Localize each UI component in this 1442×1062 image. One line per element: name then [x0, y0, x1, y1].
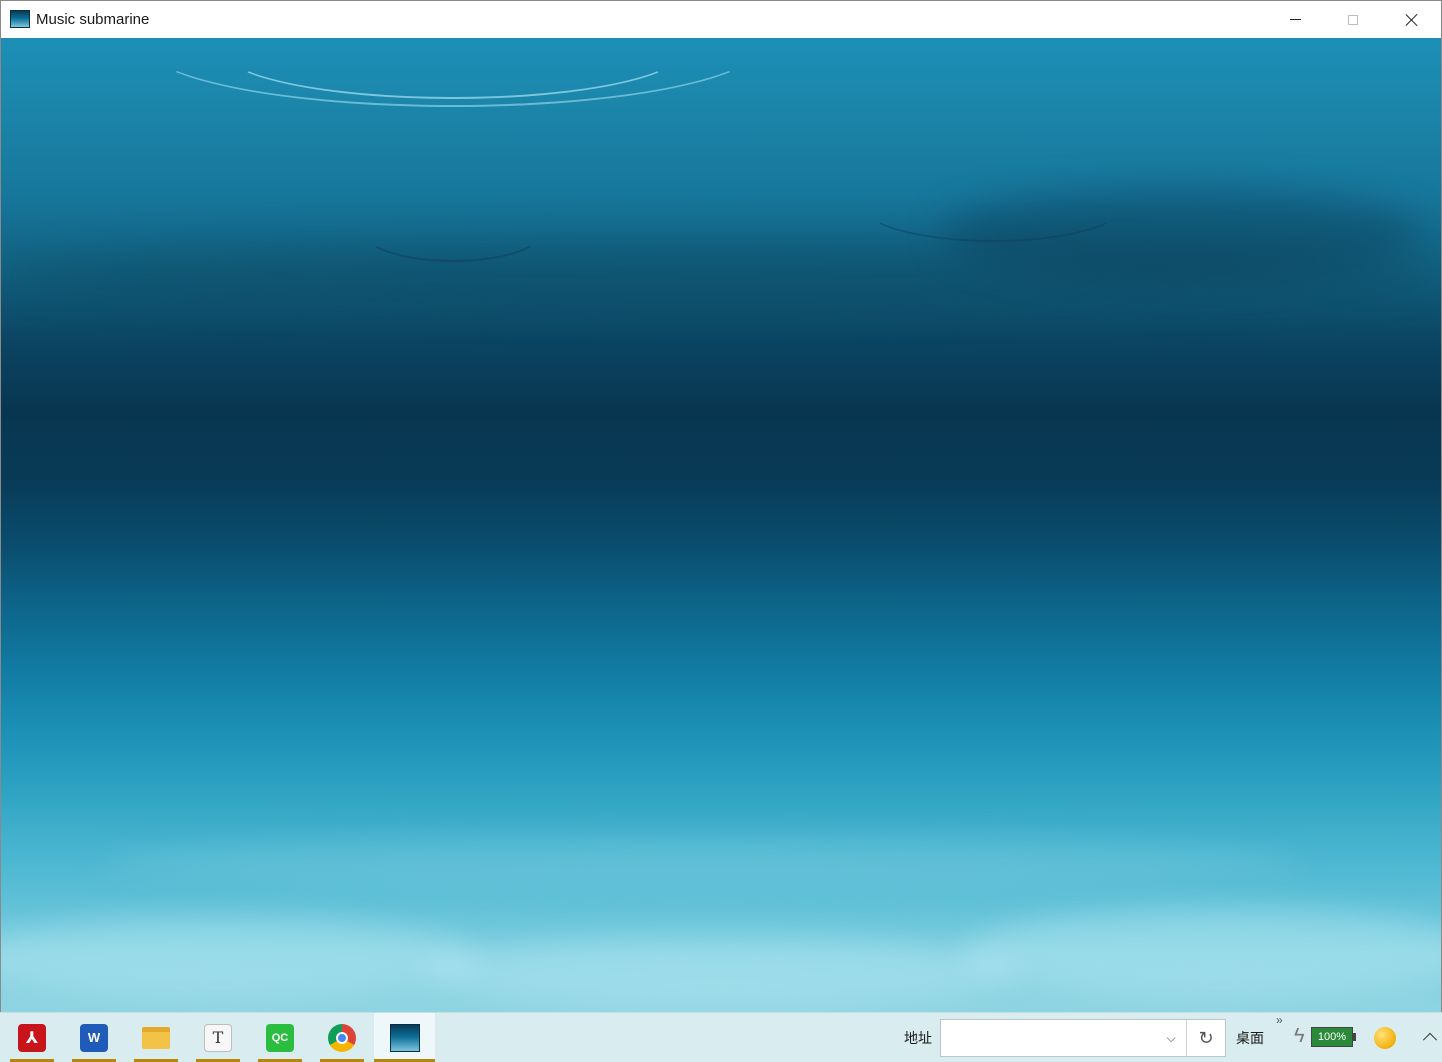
address-toolbar: ⌵ ↻: [940, 1019, 1226, 1057]
chrome-icon: [328, 1023, 356, 1052]
taskbar-app-file-explorer[interactable]: [130, 1013, 182, 1062]
folder-icon: [142, 1026, 170, 1049]
seabed-sand: [961, 908, 1441, 998]
pdf-icon: ⅄: [18, 1023, 46, 1052]
maximize-button[interactable]: [1324, 1, 1382, 38]
surface-ripple: [361, 198, 545, 262]
text-editor-icon: T: [204, 1023, 232, 1052]
maximize-icon: [1348, 14, 1358, 25]
taskbar: ⅄ W T QC 地址 ⌵ ↻ 桌面 » ϟ 100%: [0, 1012, 1442, 1062]
desktop-toolbar-label[interactable]: 桌面: [1236, 1028, 1264, 1048]
refresh-icon[interactable]: ↻: [1187, 1020, 1225, 1056]
close-button[interactable]: [1383, 1, 1441, 38]
close-icon: [1405, 13, 1419, 27]
minimize-button[interactable]: [1266, 1, 1324, 38]
taskbar-app-typora[interactable]: T: [192, 1013, 244, 1062]
status-orb-icon[interactable]: [1374, 1027, 1396, 1049]
qc-icon: QC: [266, 1023, 294, 1052]
power-plug-icon[interactable]: ϟ: [1294, 1025, 1305, 1048]
title-bar[interactable]: Music submarine: [1, 1, 1441, 38]
taskbar-app-acrobat[interactable]: ⅄: [6, 1013, 58, 1062]
battery-indicator[interactable]: 100%: [1311, 1027, 1356, 1047]
taskbar-app-word[interactable]: W: [68, 1013, 120, 1062]
submarine-app-icon: [389, 1023, 420, 1052]
surface-ripple: [861, 168, 1125, 242]
window-title: Music submarine: [36, 11, 150, 28]
seabed-sand: [421, 938, 1021, 1008]
address-input[interactable]: [947, 1028, 1151, 1050]
taskbar-app-chrome[interactable]: [316, 1013, 368, 1062]
submarine-app-icon: [10, 10, 30, 28]
taskbar-app-qq[interactable]: QC: [254, 1013, 306, 1062]
seabed-haze: [101, 838, 1301, 888]
underwater-canvas[interactable]: [1, 38, 1441, 1012]
minimize-icon: [1289, 19, 1301, 20]
show-hidden-icons-chevron-up-icon[interactable]: [1420, 1027, 1440, 1047]
word-icon: W: [80, 1023, 108, 1052]
address-label: 地址: [904, 1031, 932, 1047]
toolbar-overflow-icon[interactable]: »: [1276, 1013, 1283, 1027]
seabed-sand: [1, 918, 481, 998]
taskbar-app-music-submarine[interactable]: [374, 1013, 435, 1062]
app-window: Music submarine: [0, 0, 1442, 1012]
chevron-down-icon[interactable]: ⌵: [1156, 1020, 1186, 1056]
